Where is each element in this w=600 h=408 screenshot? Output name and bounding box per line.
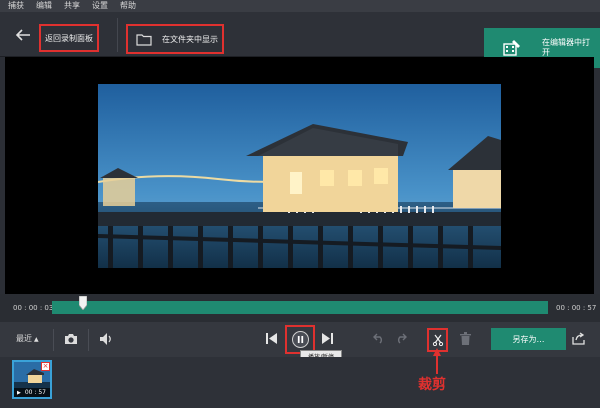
show-in-folder-label: 在文件夹中显示: [162, 34, 218, 44]
recent-recordings-strip: × ▶ 00 : 57: [0, 357, 600, 408]
caret-up-icon: ▲: [34, 336, 39, 343]
show-in-folder-button[interactable]: 在文件夹中显示: [126, 24, 224, 54]
skip-next-icon[interactable]: [322, 333, 333, 344]
controls-divider: [88, 329, 89, 351]
share-icon[interactable]: [572, 332, 585, 345]
volume-icon[interactable]: [99, 332, 113, 346]
menu-bar: 捕获 编辑 共享 设置 帮助: [0, 0, 600, 12]
skip-previous-icon[interactable]: [266, 333, 277, 344]
back-arrow-icon[interactable]: [14, 26, 32, 44]
total-time: 00 : 00 : 57: [556, 304, 597, 312]
play-icon: ▶: [17, 389, 21, 396]
recent-dropdown[interactable]: 最近 ▲: [16, 333, 39, 344]
playhead-handle[interactable]: [79, 296, 87, 310]
undo-icon[interactable]: [373, 332, 385, 344]
toolbar: 返回录制面板 在文件夹中显示 在编辑器中打开: [0, 12, 600, 68]
toolbar-divider: [117, 18, 118, 52]
video-preview[interactable]: [5, 57, 594, 294]
video-frame: [98, 84, 501, 268]
open-in-editor-label: 在编辑器中打开: [542, 38, 590, 57]
menu-help[interactable]: 帮助: [120, 0, 136, 12]
recording-thumbnail[interactable]: × ▶ 00 : 57: [12, 360, 52, 399]
thumbnail-duration-bar: ▶ 00 : 57: [14, 388, 50, 397]
save-as-label: 另存为…: [512, 334, 545, 344]
menu-share[interactable]: 共享: [64, 0, 80, 12]
film-edit-icon: [503, 40, 520, 56]
menu-edit[interactable]: 编辑: [36, 0, 52, 12]
pause-icon[interactable]: [292, 331, 309, 348]
thumbnail-close-icon[interactable]: ×: [41, 362, 50, 371]
folder-icon: [136, 33, 152, 46]
timeline-track[interactable]: [52, 301, 548, 314]
save-as-button[interactable]: 另存为…: [491, 328, 566, 350]
current-time: 00 : 00 : 03: [13, 304, 54, 312]
camera-icon[interactable]: [64, 333, 78, 345]
annotation-arrow: [433, 348, 441, 374]
controls-divider: [53, 329, 54, 351]
timeline: 00 : 00 : 03 00 : 00 : 57: [0, 294, 600, 322]
thumbnail-duration: 00 : 57: [24, 389, 46, 396]
cut-annotation-label: 裁剪: [418, 377, 446, 393]
recent-label: 最近: [16, 334, 32, 343]
menu-capture[interactable]: 捕获: [8, 0, 24, 12]
back-to-recording-panel-label: 返回录制面板: [45, 33, 93, 43]
trash-icon[interactable]: [460, 332, 471, 345]
redo-icon[interactable]: [395, 332, 407, 344]
menu-settings[interactable]: 设置: [92, 0, 108, 12]
back-to-recording-panel-button[interactable]: 返回录制面板: [39, 24, 99, 52]
scissors-icon[interactable]: [432, 334, 444, 346]
